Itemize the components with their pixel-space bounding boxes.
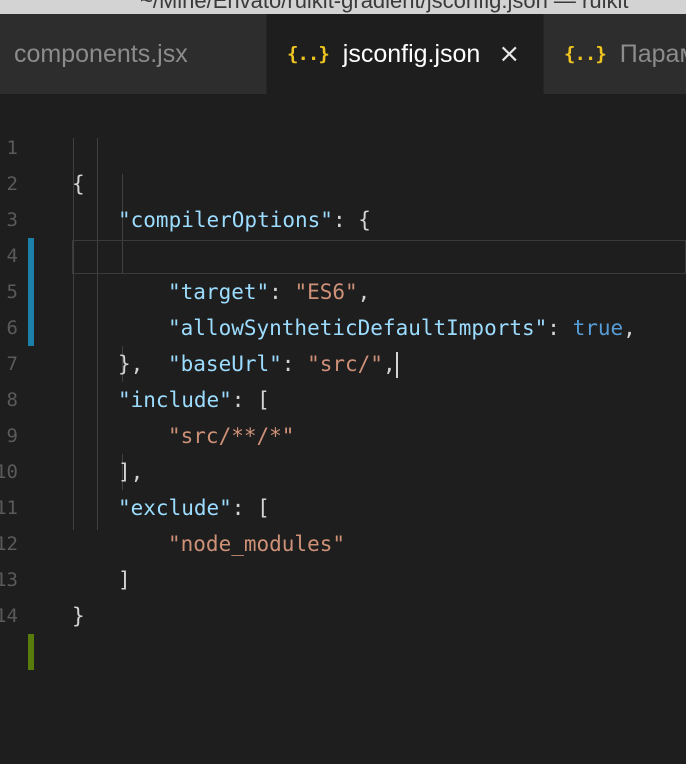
code-line: 4 "allowSyntheticDefaultImports": true, — [0, 202, 686, 340]
tab-label: Парам — [619, 39, 686, 68]
code-editor[interactable]: 1 { 2 "compilerOptions": { 3 "target": "… — [0, 94, 686, 764]
json-braces-icon: {..} — [287, 43, 330, 65]
code-line: 8 "src/**/*" — [0, 346, 686, 448]
code-line: 3 "target": "ES6", — [0, 166, 686, 304]
close-icon[interactable]: × — [498, 39, 520, 69]
code-line: 13 } — [0, 526, 686, 628]
added-line-marker — [28, 634, 34, 670]
code-line: 2 "compilerOptions": { — [0, 130, 686, 232]
tab-parameters[interactable]: {..} Парам — [544, 14, 686, 94]
code-line: 7 "include": [ — [0, 310, 686, 412]
code-line: 14 — [0, 562, 686, 670]
json-braces-icon: {..} — [564, 43, 607, 65]
tab-label: components.jsx — [14, 39, 188, 68]
window-title: ~/Mine/Envato/ruikit-gradient/jsconfig.j… — [140, 0, 629, 13]
tab-label: jsconfig.json — [342, 39, 481, 68]
code-token: } — [72, 604, 85, 628]
code-line: 6 }, — [0, 274, 686, 376]
tab-components-jsx[interactable]: components.jsx — [0, 14, 266, 94]
code-line: 12 ] — [0, 490, 686, 592]
line-number: 14 — [0, 605, 18, 627]
window-titlebar: ~/Mine/Envato/ruikit-gradient/jsconfig.j… — [0, 0, 686, 14]
code-line: 1 { — [0, 94, 686, 196]
tab-jsconfig-json[interactable]: {..} jsconfig.json × — [267, 14, 543, 94]
code-line: 11 "node_modules" — [0, 454, 686, 556]
tab-bar: components.jsx {..} jsconfig.json × {..}… — [0, 14, 686, 94]
code-line: 5 "baseUrl": "src/", — [0, 238, 686, 378]
code-line: 9 ], — [0, 382, 686, 484]
code-line: 10 "exclude": [ — [0, 418, 686, 520]
